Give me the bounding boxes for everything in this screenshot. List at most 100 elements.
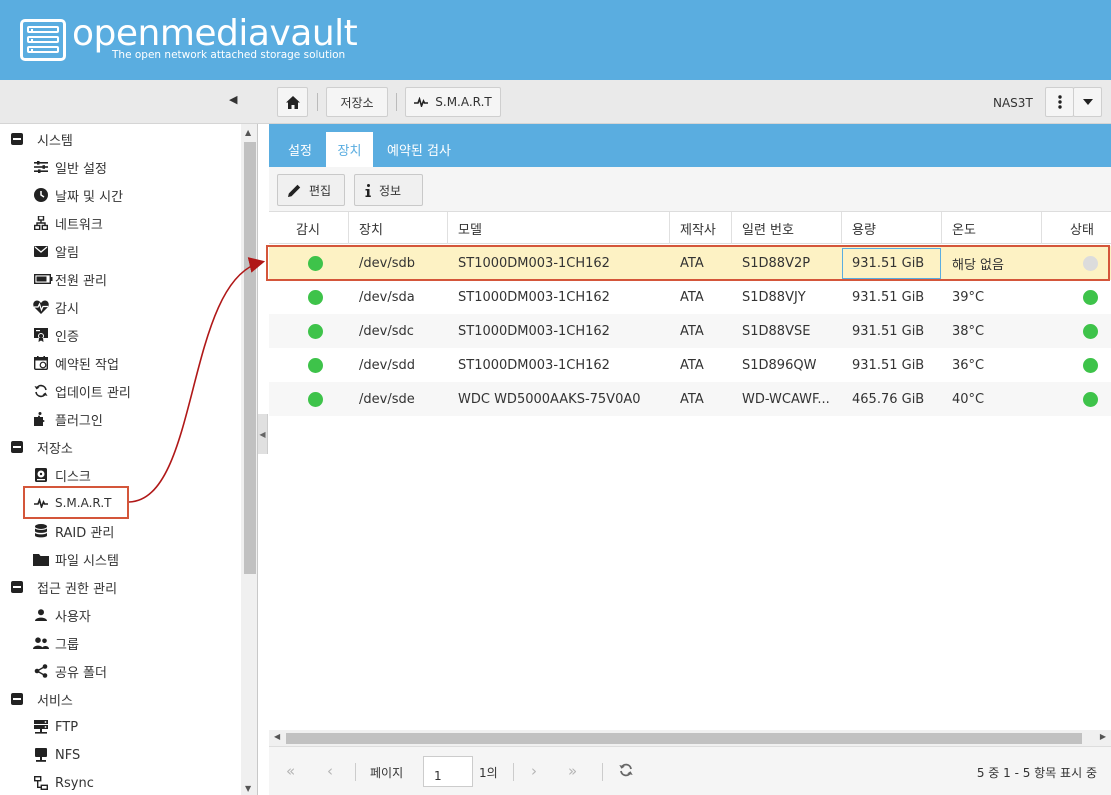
page-number-input[interactable]: 1	[423, 756, 473, 787]
sidebar-item-nfs[interactable]: NFS	[33, 744, 80, 766]
status-cell	[1073, 382, 1098, 416]
scroll-down-icon[interactable]: ▼	[245, 784, 251, 793]
column-header-device[interactable]: 장치	[349, 212, 448, 244]
next-page-icon[interactable]: ›	[531, 762, 537, 780]
first-page-icon[interactable]: «	[286, 762, 295, 780]
sidebar-item-update-management[interactable]: 업데이트 관리	[33, 380, 131, 402]
nav-group-storage[interactable]: 저장소	[11, 436, 73, 458]
device-cell: /dev/sde	[359, 391, 415, 407]
sidebar-item-rsync[interactable]: Rsync	[33, 772, 94, 794]
status-cell	[1073, 280, 1098, 314]
model-cell: WDC WD5000AAKS-75V0A0	[458, 391, 641, 407]
sidebar-item-network[interactable]: 네트워크	[33, 212, 103, 234]
capacity-cell: 931.51 GiB	[852, 357, 925, 373]
sidebar-item-notification[interactable]: 알림	[33, 240, 79, 262]
scroll-left-icon[interactable]: ◀	[274, 732, 280, 741]
sidebar-item-monitoring[interactable]: 감시	[33, 296, 79, 318]
sidebar-item-scheduled-jobs[interactable]: 예약된 작업	[33, 352, 119, 374]
minus-square-icon	[11, 581, 23, 593]
disk-icon	[33, 467, 49, 483]
splitter-collapse-icon[interactable]: ◀	[258, 414, 268, 454]
sidebar-item-file-systems[interactable]: 파일 시스템	[33, 548, 119, 570]
info-button[interactable]: 정보	[354, 174, 423, 206]
status-dot-icon	[1083, 391, 1098, 407]
pagination-bar: « ‹ 페이지 1 1의 › » 5 중 1 - 5 항목 표시 중	[269, 746, 1111, 795]
table-row[interactable]: /dev/sda ST1000DM003-1CH162 ATA S1D88VJY…	[269, 280, 1111, 314]
tab-settings[interactable]: 설정	[278, 132, 322, 167]
table-row[interactable]: /dev/sdc ST1000DM003-1CH162 ATA S1D88VSE…	[269, 314, 1111, 348]
capacity-cell: 465.76 GiB	[852, 391, 925, 407]
column-header-serial[interactable]: 일련 번호	[732, 212, 842, 244]
dropdown-button[interactable]	[1073, 87, 1102, 117]
temperature-cell: 36°C	[952, 357, 985, 373]
share-icon	[33, 663, 49, 679]
last-page-icon[interactable]: »	[568, 762, 577, 780]
status-dot-icon	[308, 289, 323, 305]
sidebar-item-plugins[interactable]: 플러그인	[33, 408, 103, 430]
device-cell: /dev/sdd	[359, 357, 415, 373]
sidebar-item-users[interactable]: 사용자	[33, 604, 91, 626]
table-row[interactable]: /dev/sde WDC WD5000AAKS-75V0A0 ATA WD-WC…	[269, 382, 1111, 416]
sidebar-item-disks[interactable]: 디스크	[33, 464, 91, 486]
pulse-icon	[414, 97, 429, 107]
hostname-label: NAS3T	[993, 96, 1033, 110]
sidebar-item-date-time[interactable]: 날짜 및 시간	[33, 184, 123, 206]
server-icon	[33, 719, 49, 735]
serial-cell: S1D88VSE	[742, 323, 811, 339]
folder-icon	[33, 551, 49, 567]
monitor-cell	[298, 280, 323, 314]
collapse-sidebar-icon[interactable]: ◀	[229, 93, 237, 106]
nav-group-access[interactable]: 접근 권한 관리	[11, 576, 117, 598]
sidebar-item-raid[interactable]: RAID 관리	[33, 520, 114, 542]
sidebar-item-certificates[interactable]: 인증	[33, 324, 79, 346]
capacity-cell: 931.51 GiB	[852, 289, 925, 305]
scroll-right-icon[interactable]: ▶	[1100, 732, 1106, 741]
column-header-status[interactable]: 상태	[1042, 212, 1111, 244]
breadcrumb-smart[interactable]: S.M.A.R.T	[405, 87, 501, 117]
column-header-model[interactable]: 모델	[448, 212, 670, 244]
user-icon	[33, 607, 49, 623]
edit-button[interactable]: 편집	[277, 174, 345, 206]
vendor-cell: ATA	[680, 323, 704, 339]
column-header-monitor[interactable]: 감시	[269, 212, 349, 244]
nav-group-system[interactable]: 시스템	[11, 128, 73, 150]
sidebar-scrollbar[interactable]: ▲ ▼	[241, 124, 257, 795]
sidebar-item-ftp[interactable]: FTP	[33, 716, 78, 738]
column-header-capacity[interactable]: 용량	[842, 212, 942, 244]
more-menu-button[interactable]	[1045, 87, 1074, 117]
home-button[interactable]	[277, 87, 308, 117]
breadcrumb-storage[interactable]: 저장소	[326, 87, 388, 117]
column-header-temperature[interactable]: 온도	[942, 212, 1042, 244]
sidebar-item-groups[interactable]: 그룹	[33, 632, 79, 654]
vendor-cell: ATA	[680, 391, 704, 407]
horizontal-scrollbar[interactable]: ◀ ▶	[269, 730, 1111, 746]
sidebar-item-general-settings[interactable]: 일반 설정	[33, 156, 107, 178]
tab-devices[interactable]: 장치	[326, 132, 373, 167]
caret-down-icon	[1082, 99, 1093, 105]
nav-group-services[interactable]: 서비스	[11, 688, 73, 710]
logo-tagline: The open network attached storage soluti…	[112, 49, 346, 61]
table-row[interactable]: /dev/sdd ST1000DM003-1CH162 ATA S1D896QW…	[269, 348, 1111, 382]
app-header: openmediavault The open network attached…	[0, 0, 1111, 80]
home-icon	[285, 95, 300, 109]
grid-header: 감시 장치 모델 제작사 일련 번호 용량 온도 상태	[269, 212, 1111, 244]
model-cell: ST1000DM003-1CH162	[458, 323, 610, 339]
scrollbar-thumb[interactable]	[244, 142, 256, 574]
minus-square-icon	[11, 693, 23, 705]
logo-text: openmediavault	[72, 13, 358, 54]
temperature-cell: 39°C	[952, 289, 985, 305]
sidebar-item-power[interactable]: 전원 관리	[33, 268, 107, 290]
sidebar-item-shared-folders[interactable]: 공유 폴더	[33, 660, 107, 682]
refresh-icon[interactable]	[619, 763, 633, 781]
users-icon	[33, 635, 49, 651]
previous-page-icon[interactable]: ‹	[327, 762, 333, 780]
scrollbar-thumb[interactable]	[286, 733, 1082, 744]
monitor-cell	[298, 348, 323, 382]
page-of-label: 1의	[479, 766, 498, 780]
column-header-vendor[interactable]: 제작사	[670, 212, 732, 244]
capacity-cell: 931.51 GiB	[852, 323, 925, 339]
scroll-up-icon[interactable]: ▲	[245, 128, 251, 137]
status-dot-icon	[1083, 357, 1098, 373]
tab-scheduled-tests[interactable]: 예약된 검사	[377, 132, 461, 167]
minus-square-icon	[11, 133, 23, 145]
